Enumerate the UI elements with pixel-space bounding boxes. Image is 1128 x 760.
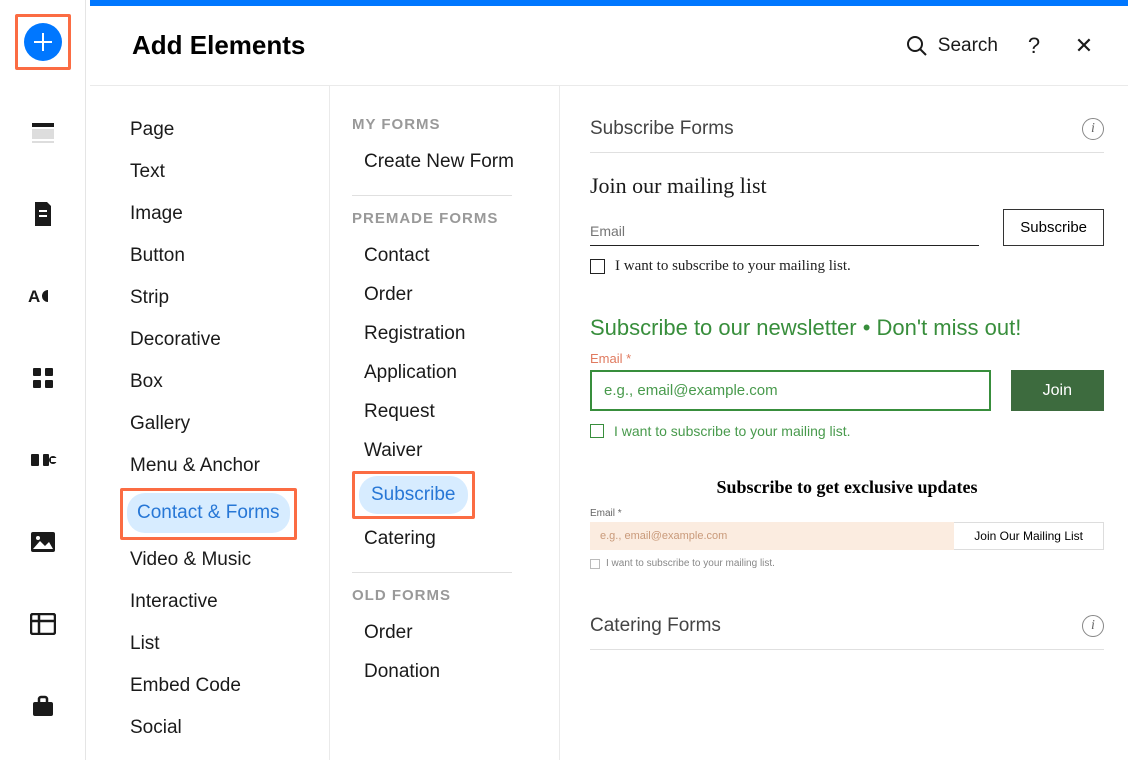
- category-button[interactable]: Button: [120, 236, 195, 276]
- form-preview-3[interactable]: Subscribe to get exclusive updates Email…: [590, 477, 1104, 569]
- form-request[interactable]: Request: [352, 393, 447, 431]
- category-payments[interactable]: Payments: [120, 750, 224, 760]
- checkbox-icon: [590, 424, 604, 438]
- form3-join-button[interactable]: Join Our Mailing List: [954, 522, 1104, 550]
- category-decorative[interactable]: Decorative: [120, 320, 231, 360]
- category-box[interactable]: Box: [120, 362, 173, 402]
- category-list[interactable]: List: [120, 624, 170, 664]
- form-registration[interactable]: Registration: [352, 315, 477, 353]
- form1-checkbox-row[interactable]: I want to subscribe to your mailing list…: [590, 258, 1104, 275]
- form1-email-input[interactable]: [590, 217, 979, 246]
- form-preview-1[interactable]: Join our mailing list Subscribe I want t…: [590, 173, 1104, 275]
- search-button[interactable]: Search: [906, 35, 998, 57]
- rail-addons-icon[interactable]: [23, 440, 63, 480]
- form-contact[interactable]: Contact: [352, 237, 441, 275]
- search-icon: [906, 35, 928, 57]
- category-embed-code[interactable]: Embed Code: [120, 666, 251, 706]
- divider: [352, 572, 512, 573]
- category-column: Page Text Image Button Strip Decorative …: [90, 86, 330, 760]
- checkbox-icon: [590, 559, 600, 569]
- category-highlight: Contact & Forms: [120, 488, 297, 540]
- form2-email-input[interactable]: [590, 370, 991, 411]
- catering-forms-title: Catering Forms: [590, 615, 1082, 637]
- premade-forms-header: PREMADE FORMS: [352, 210, 549, 227]
- search-label: Search: [938, 35, 998, 57]
- form1-subscribe-button[interactable]: Subscribe: [1003, 209, 1104, 246]
- form2-join-button[interactable]: Join: [1011, 370, 1104, 411]
- divider: [352, 195, 512, 196]
- old-forms-header: OLD FORMS: [352, 587, 549, 604]
- form2-checkbox-label: I want to subscribe to your mailing list…: [614, 423, 851, 439]
- category-interactive[interactable]: Interactive: [120, 582, 228, 622]
- catering-forms-section-header: Catering Forms i: [590, 607, 1104, 650]
- form2-title: Subscribe to our newsletter • Don't miss…: [590, 315, 1104, 341]
- form-preview-2[interactable]: Subscribe to our newsletter • Don't miss…: [590, 315, 1104, 439]
- checkbox-icon: [590, 259, 605, 274]
- panel-header: Add Elements Search ? ✕: [90, 6, 1128, 86]
- category-gallery[interactable]: Gallery: [120, 404, 200, 444]
- old-form-donation[interactable]: Donation: [352, 653, 452, 691]
- category-video-music[interactable]: Video & Music: [120, 540, 261, 580]
- category-contact-forms[interactable]: Contact & Forms: [127, 493, 290, 533]
- form3-checkbox-label: I want to subscribe to your mailing list…: [606, 558, 775, 569]
- subscribe-highlight: Subscribe: [352, 471, 475, 519]
- category-image[interactable]: Image: [120, 194, 193, 234]
- form3-email-label: Email *: [590, 508, 1104, 519]
- rail-design-icon[interactable]: A: [23, 276, 63, 316]
- svg-text:A: A: [28, 287, 40, 306]
- form3-checkbox-row[interactable]: I want to subscribe to your mailing list…: [590, 558, 1104, 569]
- category-page[interactable]: Page: [120, 110, 184, 150]
- panel-title: Add Elements: [132, 30, 906, 61]
- add-elements-panel: Add Elements Search ? ✕ Page Text Image …: [90, 6, 1128, 760]
- close-button[interactable]: ✕: [1070, 33, 1098, 59]
- form2-email-label: Email *: [590, 351, 1104, 366]
- preview-column: Subscribe Forms i Join our mailing list …: [560, 86, 1128, 760]
- form3-title: Subscribe to get exclusive updates: [590, 477, 1104, 498]
- form-waiver[interactable]: Waiver: [352, 432, 434, 470]
- rail-apps-icon[interactable]: [23, 358, 63, 398]
- form1-checkbox-label: I want to subscribe to your mailing list…: [615, 258, 851, 275]
- subcategory-column: MY FORMS Create New Form PREMADE FORMS C…: [330, 86, 560, 760]
- plus-icon: [33, 32, 53, 52]
- help-button[interactable]: ?: [1020, 33, 1048, 59]
- form-order[interactable]: Order: [352, 276, 425, 314]
- old-form-order[interactable]: Order: [352, 614, 425, 652]
- add-elements-button[interactable]: [24, 23, 62, 61]
- rail-media-icon[interactable]: [23, 522, 63, 562]
- form-application[interactable]: Application: [352, 354, 469, 392]
- subscribe-forms-title: Subscribe Forms: [590, 118, 1082, 140]
- form-subscribe[interactable]: Subscribe: [359, 476, 468, 514]
- category-social[interactable]: Social: [120, 708, 192, 748]
- rail-business-icon[interactable]: [23, 686, 63, 726]
- my-forms-header: MY FORMS: [352, 116, 549, 133]
- create-new-form[interactable]: Create New Form: [352, 143, 526, 181]
- form3-email-input[interactable]: [590, 522, 954, 550]
- subscribe-forms-section-header: Subscribe Forms i: [590, 110, 1104, 153]
- category-strip[interactable]: Strip: [120, 278, 179, 318]
- add-elements-highlight: [15, 14, 71, 70]
- form1-title: Join our mailing list: [590, 173, 1104, 199]
- form2-checkbox-row[interactable]: I want to subscribe to your mailing list…: [590, 423, 1104, 439]
- category-text[interactable]: Text: [120, 152, 175, 192]
- rail-sections-icon[interactable]: [23, 112, 63, 152]
- rail-pages-icon[interactable]: [23, 194, 63, 234]
- info-icon[interactable]: i: [1082, 615, 1104, 637]
- left-rail: A: [0, 0, 86, 760]
- rail-data-icon[interactable]: [23, 604, 63, 644]
- category-menu-anchor[interactable]: Menu & Anchor: [120, 446, 270, 486]
- form-catering[interactable]: Catering: [352, 520, 448, 558]
- info-icon[interactable]: i: [1082, 118, 1104, 140]
